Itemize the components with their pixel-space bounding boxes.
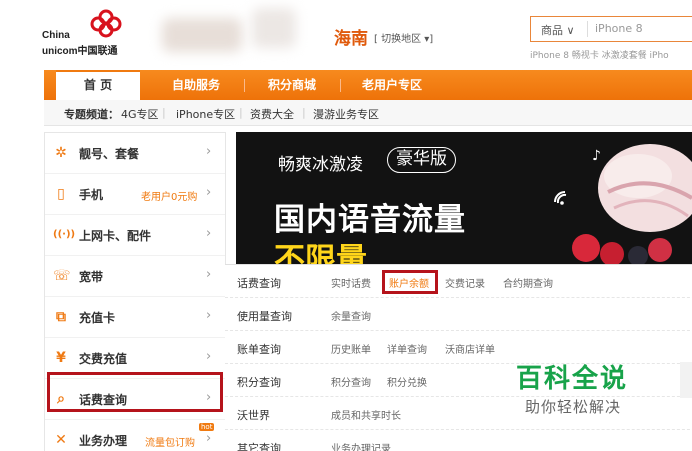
link-remaining-quota[interactable]: 余量查询: [331, 308, 371, 323]
menu-item-broadband[interactable]: ☏ 宽带 ›: [45, 256, 225, 297]
menu-item-promo[interactable]: 流量包订购: [145, 434, 195, 449]
watermark-title: 百科全说: [516, 364, 629, 394]
unicom-knot-icon: [90, 9, 122, 38]
gear-icon: ✲: [55, 145, 67, 161]
blurred-banner-ad: [148, 0, 308, 66]
menu-item-label: 手机: [79, 188, 104, 202]
chevron-right-icon: ›: [206, 226, 212, 241]
menu-item-label: 业务办理: [79, 434, 128, 448]
signal-icon: ((·)): [53, 229, 76, 240]
tools-icon: ✕: [55, 432, 67, 448]
banner-pill: 豪华版: [387, 147, 456, 173]
chevron-right-icon: ›: [206, 144, 212, 159]
link-realtime-fee[interactable]: 实时话费: [331, 275, 371, 290]
promo-banner[interactable]: 畅爽冰激凌 豪华版 国内语音流量 不限量 ♪: [236, 132, 692, 264]
topic-channels-label: 专题频道：: [64, 108, 119, 121]
dropdown-category[interactable]: 话费查询: [237, 275, 281, 291]
hot-search-words[interactable]: iPhone 8 畅视卡 冰激凌套餐 iPho: [530, 48, 669, 61]
watermark-backdrop: [680, 362, 692, 398]
broadband-icon: ☏: [53, 268, 71, 284]
dropdown-category[interactable]: 其它查询: [237, 440, 281, 451]
link-shared-minutes[interactable]: 成员和共享时长: [331, 407, 401, 422]
nav-points-mall[interactable]: 积分商城: [250, 70, 334, 100]
unicom-logo[interactable]: China unicom中国联通: [42, 6, 134, 57]
dropdown-category[interactable]: 账单查询: [237, 341, 281, 357]
current-region: 海南: [334, 29, 368, 49]
hot-badge: hot: [199, 423, 215, 431]
menu-item-label: 充值卡: [79, 311, 116, 325]
link-points-query[interactable]: 积分查询: [331, 374, 371, 389]
recharge-card-icon: ⧉: [56, 309, 66, 325]
link-history-bill[interactable]: 历史账单: [331, 341, 371, 356]
channel-divider: |: [239, 106, 243, 119]
menu-item-services[interactable]: ✕ 业务办理 流量包订购 hot ›: [45, 420, 225, 451]
link-points-redeem[interactable]: 积分兑换: [387, 374, 427, 389]
channel-4g[interactable]: 4G专区: [121, 106, 159, 122]
nav-self-service[interactable]: 自助服务: [154, 70, 238, 100]
nav-divider: [340, 79, 341, 92]
channel-divider: |: [302, 106, 306, 119]
link-detail-query[interactable]: 详单查询: [387, 341, 427, 356]
dropdown-category[interactable]: 沃世界: [237, 407, 270, 423]
link-store-detail[interactable]: 沃商店详单: [445, 341, 495, 356]
ice-cream-image: [572, 144, 692, 264]
logo-text-unicom: unicom中国联通: [42, 46, 118, 57]
menu-item-phones[interactable]: ▯ 手机 老用户0元购 ›: [45, 174, 225, 215]
nav-home[interactable]: 首 页: [56, 70, 140, 100]
menu-item-label: 靓号、套餐: [79, 147, 140, 161]
channel-roaming[interactable]: 漫游业务专区: [313, 106, 379, 122]
channel-divider: |: [162, 106, 166, 119]
link-contract-query[interactable]: 合约期查询: [503, 275, 553, 290]
menu-item-label: 上网卡、配件: [79, 229, 152, 243]
chevron-right-icon: ›: [206, 431, 212, 446]
channel-iphone[interactable]: iPhone专区: [176, 106, 235, 122]
chevron-right-icon: ›: [206, 185, 212, 200]
switch-region-link[interactable]: [ 切换地区 ▾]: [374, 30, 433, 45]
search-box[interactable]: 商品 ∨ iPhone 8: [530, 16, 692, 42]
chevron-right-icon: ›: [206, 349, 212, 364]
search-divider: [587, 21, 588, 37]
highlight-box-account-balance: [382, 270, 438, 294]
category-menu: ✲ 靓号、套餐 › ▯ 手机 老用户0元购 › ((·)) 上网卡、配件 › ☏…: [44, 132, 226, 451]
channel-tariffs[interactable]: 资费大全: [250, 106, 294, 122]
link-service-records[interactable]: 业务办理记录: [331, 440, 391, 451]
logo-text-china: China: [42, 30, 70, 41]
link-payment-records[interactable]: 交费记录: [445, 275, 485, 290]
menu-item-label: 交费充值: [79, 352, 128, 366]
chevron-right-icon: ›: [206, 308, 212, 323]
menu-item-data-cards[interactable]: ((·)) 上网卡、配件 ›: [45, 215, 225, 256]
phone-icon: ▯: [57, 186, 65, 202]
dropdown-row: 沃世界 成员和共享时长: [225, 397, 692, 430]
dropdown-category[interactable]: 积分查询: [237, 374, 281, 390]
main-nav: 首 页 自助服务 积分商城 老用户专区: [44, 70, 692, 100]
highlight-box-bill-query: [47, 372, 223, 412]
banner-line1: 畅爽冰激凌: [278, 155, 363, 175]
dropdown-category[interactable]: 使用量查询: [237, 308, 292, 324]
menu-item-recharge-card[interactable]: ⧉ 充值卡 ›: [45, 297, 225, 338]
menu-item-label: 宽带: [79, 270, 104, 284]
yen-icon: ¥: [56, 350, 66, 366]
dropdown-row: 话费查询 实时话费 账户余额 交费记录 合约期查询: [225, 265, 692, 298]
dropdown-row: 使用量查询 余量查询: [225, 298, 692, 331]
search-input[interactable]: iPhone 8: [595, 22, 643, 35]
topic-channels: 专题频道： 4G专区 | iPhone专区 | 资费大全 | 漫游业务专区: [44, 100, 692, 126]
banner-headline: 国内语音流量: [274, 202, 466, 238]
chevron-right-icon: ›: [206, 267, 212, 282]
search-category-select[interactable]: 商品 ∨: [541, 22, 575, 38]
watermark-subtitle: 助你轻松解决: [525, 398, 622, 416]
menu-item-promo[interactable]: 老用户0元购: [141, 188, 197, 203]
menu-item-numbers-plans[interactable]: ✲ 靓号、套餐 ›: [45, 133, 225, 174]
nav-old-users[interactable]: 老用户专区: [344, 70, 440, 100]
nav-divider: [244, 79, 245, 92]
banner-headline-2: 不限量: [274, 242, 367, 264]
dropdown-row: 其它查询 业务办理记录: [225, 430, 692, 451]
